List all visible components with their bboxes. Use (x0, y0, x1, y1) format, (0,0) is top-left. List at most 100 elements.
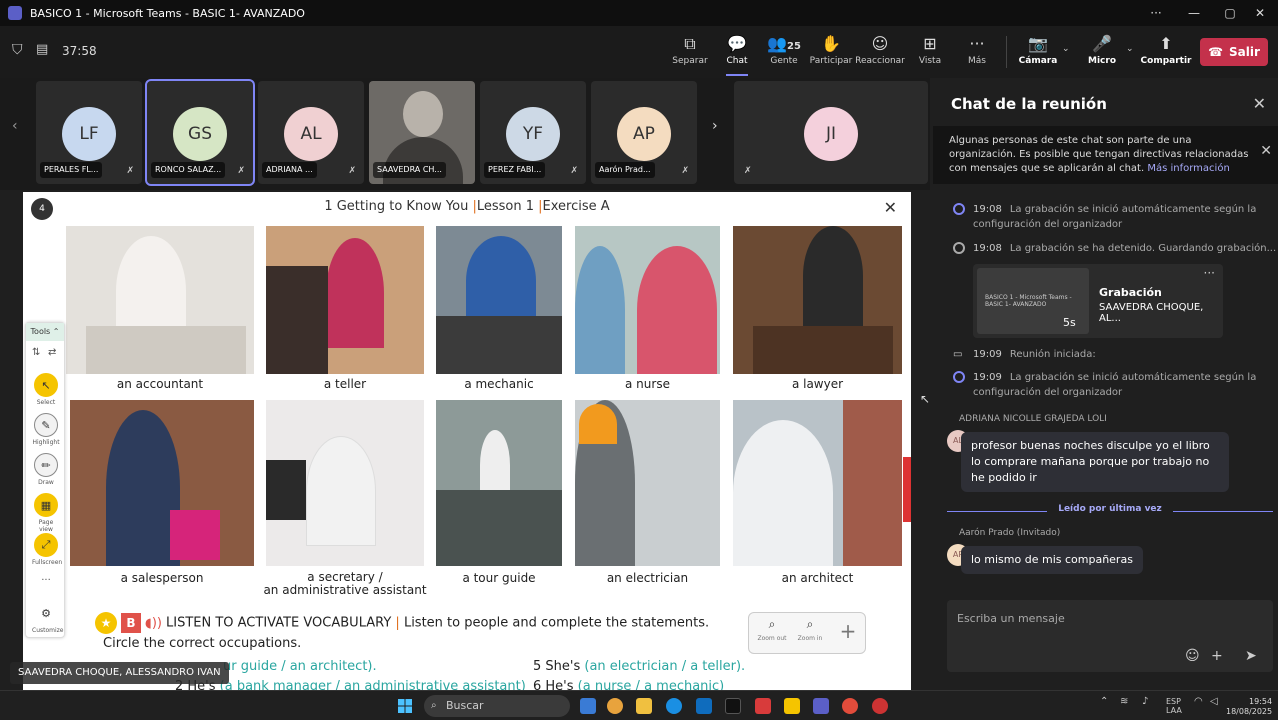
chat-button[interactable]: 💬 Chat (714, 34, 760, 76)
zoom-in-icon: ⌕ (806, 617, 814, 631)
chevron-left-icon[interactable]: ‹ (12, 118, 18, 134)
emoji-icon[interactable]: ☺ (1185, 648, 1200, 664)
phone-icon: ☎ (1208, 45, 1224, 59)
chevron-down-icon[interactable]: ⌄ (1062, 44, 1070, 54)
leave-button[interactable]: ☎ Salir (1200, 38, 1268, 66)
tools-more[interactable]: ··· (32, 575, 60, 586)
close-icon[interactable]: ✕ (1253, 94, 1266, 113)
participant-tile[interactable]: AP Aarón Prad... ✗ (591, 81, 697, 184)
occupation-label: a tour guide (462, 571, 536, 585)
notes-icon[interactable] (784, 698, 800, 714)
wps-icon[interactable] (755, 698, 771, 714)
edge-icon[interactable] (666, 698, 682, 714)
file-explorer-icon[interactable] (636, 698, 652, 714)
chat-message[interactable]: lo mismo de mis compañeras (961, 546, 1143, 574)
taskbar-search[interactable]: ⌕ Buscar (424, 695, 570, 717)
photo-tour-guide (436, 400, 562, 566)
participant-tile[interactable]: AL ADRIANA ... ✗ (258, 81, 364, 184)
volume-icon[interactable]: ◁ (1210, 697, 1218, 707)
fullscreen-tool[interactable]: ⤢ Fullscreen (32, 533, 62, 566)
page-view-tool[interactable]: ▦ Page view (32, 493, 60, 533)
participant-tile[interactable]: YF PEREZ FABI... ✗ (480, 81, 586, 184)
occupation-label: an accountant (116, 377, 204, 391)
mic-button[interactable]: 🎤 Micro (1079, 34, 1125, 72)
raise-hand-button[interactable]: ✋ Participar (808, 34, 854, 72)
customize-tool[interactable]: ⚙ Customize (32, 601, 64, 635)
scroll-indicator[interactable] (903, 457, 911, 522)
chat-title: Chat de la reunión (951, 95, 1107, 113)
wifi-icon[interactable]: ◠ (1194, 697, 1203, 707)
org-banner: Algunas personas de este chat son parte … (933, 126, 1278, 184)
select-tool[interactable]: ↖ Select (32, 373, 60, 406)
message-input[interactable]: Escriba un mensaje (957, 612, 1065, 625)
taskview-icon[interactable] (580, 698, 596, 714)
send-icon[interactable]: ➤ (1245, 648, 1257, 664)
participant-tile[interactable]: GS RONCO SALAZ... ✗ (145, 79, 255, 186)
chat-message[interactable]: profesor buenas noches disculpe yo el li… (961, 432, 1229, 492)
share-button[interactable]: ⬆ Compartir (1141, 34, 1192, 72)
view-button[interactable]: ⊞ Vista (907, 34, 953, 72)
recording-card[interactable]: BASICO 1 - Microsoft Teams - BASIC 1- AV… (973, 264, 1223, 338)
chat-event: 19:08 La grabación se ha detenido. Guarda… (953, 241, 1276, 256)
mic-off-icon: ✗ (237, 166, 245, 176)
highlight-tool[interactable]: ✎ Highlight (32, 413, 60, 446)
sort-icon[interactable]: ⇅ (32, 347, 40, 358)
attach-icon[interactable]: + (1211, 648, 1223, 664)
avatar: GS (173, 107, 227, 161)
recording-duration: 5s (1063, 316, 1076, 329)
more-button[interactable]: ··· Más (954, 34, 1000, 72)
avatar: LF (62, 107, 116, 161)
participant-video-face (403, 91, 443, 137)
camera-button[interactable]: 📷 Cámara (1015, 34, 1061, 72)
language-indicator[interactable]: ESP LAA (1166, 697, 1182, 715)
mic-off-icon: 🎤 (1092, 34, 1112, 53)
tiktok-icon[interactable] (725, 698, 741, 714)
occupation-label: an electrician (606, 571, 689, 585)
mic-off-icon: ✗ (570, 166, 578, 176)
participant-tile[interactable]: LF PERALES FL... ✗ (36, 81, 142, 184)
more-info-link[interactable]: Más información (1147, 163, 1229, 174)
record-icon (953, 242, 965, 254)
close-window-button[interactable]: ✕ (1242, 0, 1278, 26)
chevron-right-icon[interactable]: › (712, 118, 718, 134)
people-count: 25 (787, 41, 801, 52)
zoom-in-button[interactable]: ⌕ Zoom in (793, 617, 827, 642)
chevron-down-icon[interactable]: ⌄ (1126, 44, 1134, 54)
people-button[interactable]: 👥25 Gente (761, 34, 807, 72)
participant-name: PERALES FL... (40, 162, 103, 178)
occupation-label: an architect (781, 571, 854, 585)
teams-taskbar-icon[interactable] (813, 698, 829, 714)
outlook-icon[interactable] (696, 698, 712, 714)
separar-button[interactable]: ⧉ Separar (667, 34, 713, 72)
audio-icon[interactable]: ◖)) (145, 616, 162, 631)
message-composer[interactable]: Escriba un mensaje ☺ + ➤ (947, 600, 1273, 672)
exercise-b-heading: ★ B ◖)) LISTEN TO ACTIVATE VOCABULARY | Lis… (95, 612, 709, 651)
plus-button[interactable]: + (831, 619, 865, 643)
chevron-up-icon[interactable]: ⌃ (1100, 697, 1108, 707)
tools-header[interactable]: Tools ⌃ (26, 323, 64, 341)
camera-off-icon: 📷 (1028, 34, 1048, 53)
pencil-icon: ✏ (34, 453, 58, 477)
fullscreen-icon: ⤢ (34, 533, 58, 557)
network-icon[interactable]: ≋ (1120, 697, 1128, 707)
participant-tile-video[interactable]: SAAVEDRA CH... (369, 81, 475, 184)
participant-name: ADRIANA ... (262, 162, 317, 178)
close-icon[interactable]: ✕ (884, 198, 897, 217)
react-button[interactable]: ☺ Reaccionar (855, 34, 905, 72)
close-icon[interactable]: ✕ (1260, 144, 1272, 158)
taskbar-clock[interactable]: 19:54 18/08/2025 (1226, 697, 1272, 717)
mic-tray-icon[interactable]: ♪ (1142, 697, 1148, 707)
draw-tool[interactable]: ✏ Draw (32, 453, 60, 486)
app-icon[interactable] (872, 698, 888, 714)
chrome-icon[interactable] (842, 698, 858, 714)
tools-panel: Tools ⌃ ⇅ ⇄ ↖ Select ✎ Highlight ✏ Draw ▦ Pa… (25, 322, 65, 638)
swap-icon[interactable]: ⇄ (48, 347, 56, 358)
minimize-button[interactable]: — (1176, 0, 1212, 26)
window-title: BASICO 1 - Microsoft Teams - BASIC 1- AV… (30, 6, 305, 20)
participant-tile[interactable]: JI ✗ (734, 81, 928, 184)
chrome-icon[interactable] (607, 698, 623, 714)
ellipsis-icon[interactable]: ··· (1204, 266, 1215, 280)
more-icon[interactable]: ··· (1138, 0, 1174, 26)
zoom-out-button[interactable]: ⌕ Zoom out (755, 617, 789, 642)
windows-start-icon[interactable] (398, 699, 412, 713)
